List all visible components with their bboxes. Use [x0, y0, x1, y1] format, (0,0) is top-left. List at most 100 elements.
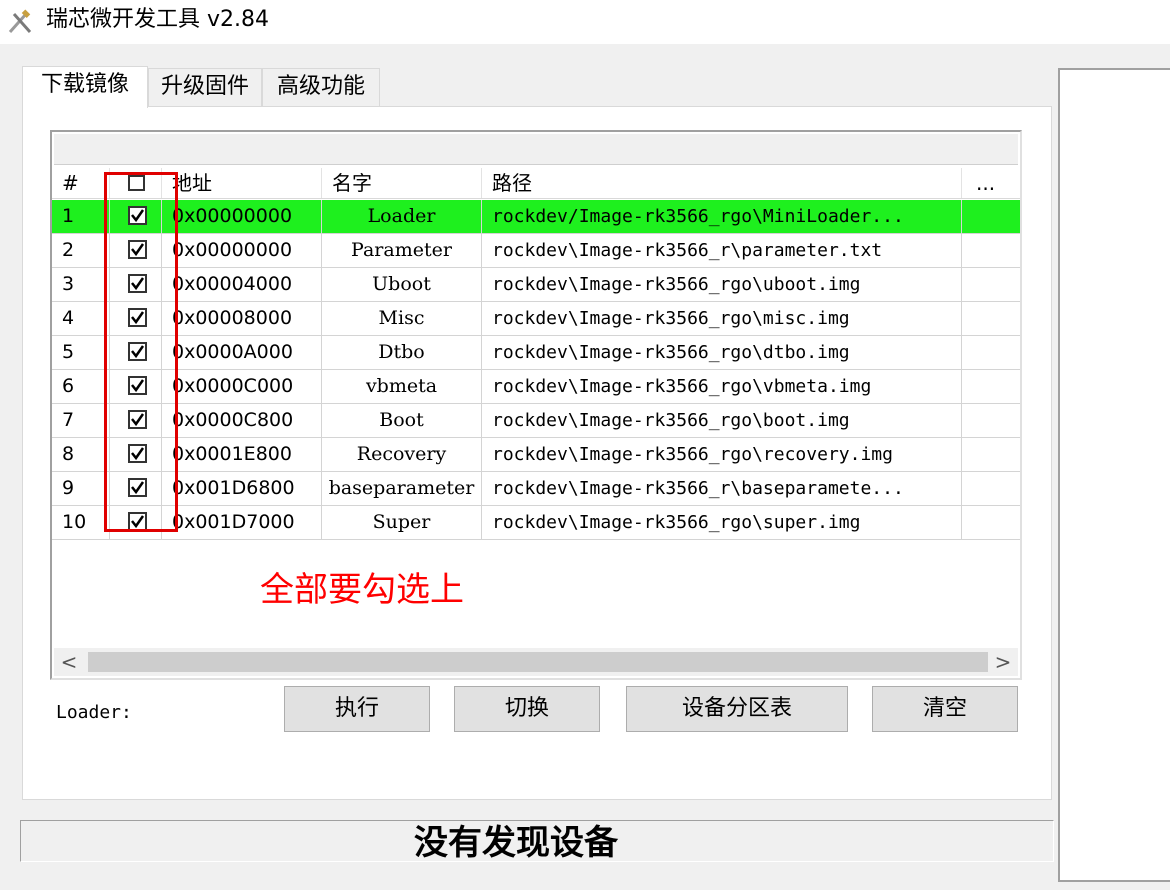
- table-row[interactable]: 6 0x0000C000 vbmeta rockdev\Image-rk3566_rg…: [52, 370, 1020, 404]
- tab-download-image[interactable]: 下载镜像: [22, 66, 148, 108]
- row-name: Recovery: [322, 438, 482, 471]
- horizontal-scrollbar[interactable]: < >: [54, 648, 1018, 676]
- image-list-view: # 地址 名字 路径 ... 1 0x00000000 Loader rockdev/…: [50, 130, 1022, 680]
- row-name: Boot: [322, 404, 482, 437]
- header-checkbox-cell[interactable]: [110, 168, 162, 198]
- row-checkbox[interactable]: [128, 274, 147, 293]
- header-num[interactable]: #: [52, 168, 110, 198]
- row-checkbox[interactable]: [128, 240, 147, 259]
- row-address: 0x00004000: [162, 268, 322, 301]
- checkmark-icon: [131, 447, 145, 461]
- checkmark-icon: [131, 515, 145, 529]
- row-checkbox[interactable]: [128, 512, 147, 531]
- row-checkbox[interactable]: [128, 444, 147, 463]
- row-extra-cell: [962, 472, 1020, 505]
- row-checkbox-cell: [110, 200, 162, 233]
- header-path[interactable]: 路径: [482, 168, 962, 198]
- row-address: 0x001D6800: [162, 472, 322, 505]
- row-extra-cell: [962, 268, 1020, 301]
- table-row[interactable]: 7 0x0000C800 Boot rockdev\Image-rk3566_rgo\…: [52, 404, 1020, 438]
- row-checkbox-cell: [110, 506, 162, 539]
- row-checkbox-cell: [110, 472, 162, 505]
- row-num: 7: [52, 404, 110, 437]
- row-extra-cell: [962, 506, 1020, 539]
- row-path: rockdev\Image-rk3566_r\parameter.txt: [482, 234, 962, 267]
- partition-table-button[interactable]: 设备分区表: [626, 686, 848, 732]
- row-checkbox-cell: [110, 302, 162, 335]
- table-row[interactable]: 2 0x00000000 Parameter rockdev\Image-rk3566…: [52, 234, 1020, 268]
- row-address: 0x0000A000: [162, 336, 322, 369]
- row-num: 9: [52, 472, 110, 505]
- select-all-checkbox[interactable]: [128, 175, 145, 191]
- row-extra-cell: [962, 200, 1020, 233]
- row-extra-cell: [962, 370, 1020, 403]
- table-row[interactable]: 5 0x0000A000 Dtbo rockdev\Image-rk3566_rgo\…: [52, 336, 1020, 370]
- row-num: 6: [52, 370, 110, 403]
- row-name: Uboot: [322, 268, 482, 301]
- row-name: Dtbo: [322, 336, 482, 369]
- row-checkbox-cell: [110, 370, 162, 403]
- row-address: 0x0000C800: [162, 404, 322, 437]
- title-bar: 瑞芯微开发工具 v2.84: [0, 0, 1170, 44]
- row-path: rockdev\Image-rk3566_rgo\recovery.img: [482, 438, 962, 471]
- row-num: 5: [52, 336, 110, 369]
- table-row[interactable]: 10 0x001D7000 Super rockdev\Image-rk3566_rg…: [52, 506, 1020, 540]
- row-checkbox-cell: [110, 438, 162, 471]
- row-num: 10: [52, 506, 110, 539]
- row-address: 0x0001E800: [162, 438, 322, 471]
- row-path: rockdev/Image-rk3566_rgo\MiniLoader...: [482, 200, 962, 233]
- header-name[interactable]: 名字: [322, 168, 482, 198]
- row-name: Misc: [322, 302, 482, 335]
- checkmark-icon: [131, 209, 145, 223]
- table-row[interactable]: 1 0x00000000 Loader rockdev/Image-rk3566_rg…: [52, 200, 1020, 234]
- row-num: 4: [52, 302, 110, 335]
- row-checkbox[interactable]: [128, 478, 147, 497]
- row-address: 0x00000000: [162, 234, 322, 267]
- window-title: 瑞芯微开发工具 v2.84: [46, 7, 269, 32]
- row-extra-cell: [962, 336, 1020, 369]
- execute-button[interactable]: 执行: [284, 686, 430, 732]
- row-checkbox[interactable]: [128, 308, 147, 327]
- row-checkbox[interactable]: [128, 410, 147, 429]
- row-path: rockdev\Image-rk3566_rgo\vbmeta.img: [482, 370, 962, 403]
- row-extra-cell: [962, 234, 1020, 267]
- row-checkbox-cell: [110, 268, 162, 301]
- row-checkbox[interactable]: [128, 342, 147, 361]
- checkmark-icon: [131, 345, 145, 359]
- table-header: # 地址 名字 路径 ...: [52, 168, 1020, 199]
- checkmark-icon: [131, 379, 145, 393]
- table-row[interactable]: 9 0x001D6800 baseparameter rockdev\Image-rk…: [52, 472, 1020, 506]
- log-panel: [1058, 68, 1170, 882]
- row-extra-cell: [962, 302, 1020, 335]
- table-row[interactable]: 8 0x0001E800 Recovery rockdev\Image-rk3566_…: [52, 438, 1020, 472]
- row-name: Loader: [322, 200, 482, 233]
- checkmark-icon: [131, 277, 145, 291]
- row-extra-cell: [962, 404, 1020, 437]
- row-checkbox-cell: [110, 404, 162, 437]
- row-address: 0x0000C000: [162, 370, 322, 403]
- row-address: 0x00008000: [162, 302, 322, 335]
- scrollbar-thumb[interactable]: [88, 652, 988, 672]
- row-path: rockdev\Image-rk3566_rgo\misc.img: [482, 302, 962, 335]
- table-row[interactable]: 3 0x00004000 Uboot rockdev\Image-rk3566_rgo…: [52, 268, 1020, 302]
- device-status: 没有发现设备: [414, 823, 618, 863]
- checkmark-icon: [131, 243, 145, 257]
- tab-advanced[interactable]: 高级功能: [262, 68, 380, 106]
- row-checkbox[interactable]: [128, 376, 147, 395]
- scroll-right-icon[interactable]: >: [988, 648, 1018, 676]
- table-row[interactable]: 4 0x00008000 Misc rockdev\Image-rk3566_rgo\…: [52, 302, 1020, 336]
- loader-label: Loader:: [56, 702, 132, 723]
- checkmark-icon: [131, 481, 145, 495]
- row-checkbox-cell: [110, 336, 162, 369]
- switch-button[interactable]: 切换: [454, 686, 600, 732]
- row-checkbox[interactable]: [128, 206, 147, 225]
- row-name: baseparameter: [322, 472, 482, 505]
- tab-upgrade-firmware[interactable]: 升级固件: [148, 68, 262, 106]
- scroll-left-icon[interactable]: <: [54, 648, 84, 676]
- header-more[interactable]: ...: [962, 168, 1020, 198]
- header-address[interactable]: 地址: [162, 168, 322, 198]
- row-num: 8: [52, 438, 110, 471]
- clear-button[interactable]: 清空: [872, 686, 1018, 732]
- row-path: rockdev\Image-rk3566_r\baseparamete...: [482, 472, 962, 505]
- row-path: rockdev\Image-rk3566_rgo\super.img: [482, 506, 962, 539]
